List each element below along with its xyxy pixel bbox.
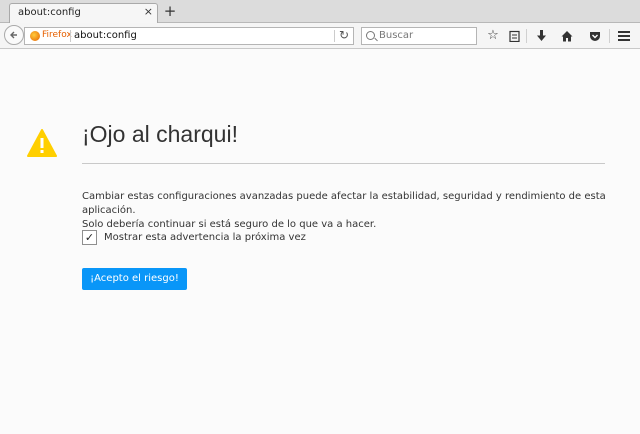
menu-button[interactable] (615, 27, 633, 45)
url-text[interactable]: about:config (74, 30, 137, 41)
home-button[interactable] (558, 27, 576, 45)
back-button[interactable] (4, 25, 24, 45)
tab-about-config[interactable]: about:config × (9, 3, 158, 23)
search-icon (366, 31, 375, 40)
back-arrow-icon (10, 31, 17, 39)
new-tab-button[interactable]: + (162, 2, 178, 20)
identity-label[interactable]: Firefox (42, 30, 72, 40)
toolbar-divider (526, 29, 527, 43)
search-placeholder: Buscar (379, 30, 414, 41)
checkmark-icon: ✓ (84, 231, 95, 244)
navigation-toolbar: Firefox about:config ↻ Buscar ☆ (0, 23, 640, 49)
description-line-1: Cambiar estas configuraciones avanzadas … (82, 191, 606, 216)
clipboard-icon (508, 30, 520, 43)
reload-icon[interactable]: ↻ (339, 28, 349, 42)
tab-strip: about:config × + (0, 0, 640, 23)
hamburger-menu-icon (618, 31, 630, 41)
toolbar-divider (609, 29, 610, 43)
title-divider (82, 163, 605, 164)
url-bar[interactable]: Firefox about:config ↻ (24, 27, 354, 45)
show-warning-checkbox-label[interactable]: Mostrar esta advertencia la próxima vez (104, 232, 306, 243)
download-arrow-icon (536, 30, 546, 41)
description-line-2: Solo debería continuar si está seguro de… (82, 219, 377, 230)
accept-risk-button[interactable]: ¡Acepto el riesgo! (82, 268, 187, 290)
downloads-button[interactable] (532, 27, 550, 45)
warning-description: Cambiar estas configuraciones avanzadas … (82, 190, 612, 232)
pocket-icon (590, 32, 600, 41)
pocket-button[interactable] (586, 27, 604, 45)
home-icon (561, 31, 573, 42)
firefox-icon (30, 31, 40, 41)
close-tab-icon[interactable]: × (144, 6, 153, 18)
page-title: ¡Ojo al charqui! (82, 121, 238, 147)
reload-divider (334, 30, 335, 42)
tab-title: about:config (18, 7, 81, 18)
warning-icon (27, 129, 57, 157)
show-warning-checkbox[interactable]: ✓ (82, 230, 97, 245)
search-input[interactable]: Buscar (361, 27, 477, 45)
bookmark-star-icon[interactable]: ☆ (484, 27, 502, 45)
bookmarks-list-button[interactable] (505, 27, 523, 45)
url-divider (70, 30, 71, 42)
